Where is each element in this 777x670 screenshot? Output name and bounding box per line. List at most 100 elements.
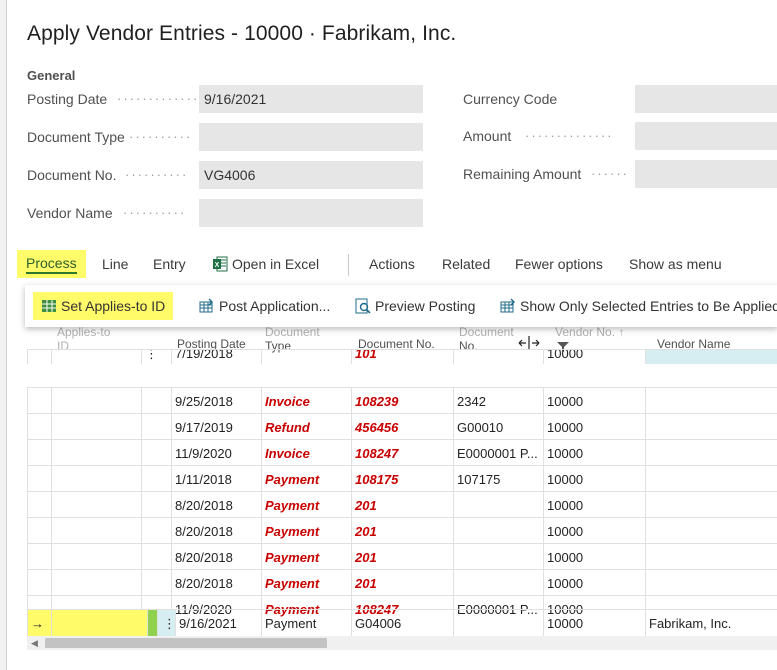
cell-doc-type: Payment bbox=[261, 492, 351, 518]
row-selector-cell[interactable] bbox=[27, 440, 51, 466]
show-selected-entries-icon bbox=[500, 298, 515, 313]
cell-vendor-no: 10000 bbox=[543, 492, 645, 518]
entry-tab[interactable]: Entry bbox=[153, 250, 186, 278]
process-menu: Set Applies-to ID Post Application... Pr… bbox=[25, 285, 777, 327]
row-selector-cell[interactable] bbox=[27, 518, 51, 544]
row-selector-cell[interactable] bbox=[51, 544, 141, 570]
fewer-options-button[interactable]: Fewer options bbox=[515, 250, 603, 278]
cell-posting-date: 9/17/2019 bbox=[171, 414, 261, 440]
cell-doc-no: 201 bbox=[351, 492, 453, 518]
action-bar: Process Line Entry X Open in Excel Actio… bbox=[17, 250, 777, 280]
cell-doc-type: Payment bbox=[261, 570, 351, 596]
cell-doc-no: 201 bbox=[351, 544, 453, 570]
cell-vendor-name bbox=[645, 518, 777, 544]
cell-ext-doc: E0000001 P... bbox=[453, 440, 543, 466]
vendor-name-input[interactable] bbox=[199, 199, 423, 227]
cell-doc-type: Payment bbox=[261, 518, 351, 544]
row-menu-icon[interactable]: ⋮ bbox=[141, 350, 171, 364]
preview-posting-button[interactable]: Preview Posting bbox=[351, 292, 479, 320]
cell-ext-doc: 2342 bbox=[453, 388, 543, 414]
cell-ext-doc bbox=[453, 570, 543, 596]
cell-doc-type: Invoice bbox=[261, 440, 351, 466]
row-selector-cell[interactable] bbox=[51, 518, 141, 544]
document-no-field: Document No. ·········· VG4006 bbox=[27, 161, 423, 189]
scroll-left-icon[interactable]: ◀ bbox=[31, 638, 38, 649]
cell-doc-no: 456456 bbox=[351, 414, 453, 440]
table-row[interactable]: 8/20/2018 Payment 201 10000 bbox=[27, 569, 777, 596]
document-type-input[interactable] bbox=[199, 123, 423, 151]
currency-code-input[interactable] bbox=[635, 85, 777, 113]
table-row[interactable]: 11/9/2020 Invoice 108247 E0000001 P... 10000 bbox=[27, 439, 777, 466]
row-selector-cell[interactable] bbox=[27, 466, 51, 492]
cell-posting-date: 9/16/2021 bbox=[175, 610, 261, 636]
show-only-selected-entries-button[interactable]: Show Only Selected Entries to Be Applied bbox=[496, 292, 777, 320]
row-selector-cell[interactable] bbox=[27, 388, 51, 414]
cell-vendor-name: Fabrikam, Inc. bbox=[645, 610, 777, 636]
document-no-input[interactable]: VG4006 bbox=[199, 161, 423, 189]
cell-doc-type: Invoice bbox=[261, 388, 351, 414]
row-selector-cell[interactable] bbox=[51, 440, 141, 466]
amount-input[interactable] bbox=[635, 122, 777, 150]
current-row-arrow-icon: → bbox=[27, 610, 51, 636]
row-selector-cell[interactable] bbox=[27, 492, 51, 518]
row-menu-cell[interactable] bbox=[141, 570, 171, 596]
row-selector-cell[interactable] bbox=[51, 492, 141, 518]
table-row[interactable]: 9/17/2019 Refund 456456 G00010 10000 bbox=[27, 413, 777, 440]
vendor-name-field: Vendor Name ·········· bbox=[27, 199, 423, 227]
preview-posting-icon bbox=[355, 298, 371, 314]
applies-to-id-cell[interactable] bbox=[51, 610, 147, 636]
set-applies-to-id-button[interactable]: Set Applies-to ID bbox=[33, 292, 174, 320]
row-selector-cell[interactable] bbox=[51, 466, 141, 492]
row-selector-cell[interactable] bbox=[27, 544, 51, 570]
cell-posting-date: 7/19/2018 bbox=[171, 350, 261, 364]
table-row[interactable]: 9/25/2018 Invoice 108239 2342 10000 bbox=[27, 387, 777, 414]
table-row[interactable]: 1/11/2018 Payment 108175 107175 10000 bbox=[27, 465, 777, 492]
row-menu-cell[interactable] bbox=[141, 518, 171, 544]
table-row-current[interactable]: → ⋮ 9/16/2021 Payment G04006 10000 Fabrikam, I… bbox=[27, 609, 777, 636]
process-tab[interactable]: Process bbox=[17, 250, 86, 278]
show-as-menu-button[interactable]: Show as menu bbox=[629, 250, 722, 278]
cell-vendor-name bbox=[645, 414, 777, 440]
remaining-amount-label: Remaining Amount bbox=[463, 166, 582, 182]
row-menu-cell[interactable] bbox=[141, 492, 171, 518]
row-selector-cell[interactable] bbox=[27, 414, 51, 440]
table-row[interactable]: 8/20/2018 Payment 201 10000 bbox=[27, 543, 777, 570]
row-selector-cell[interactable] bbox=[51, 414, 141, 440]
line-tab[interactable]: Line bbox=[102, 250, 128, 278]
table-row[interactable]: 8/20/2018 Payment 201 10000 bbox=[27, 517, 777, 544]
post-application-button[interactable]: Post Application... bbox=[195, 292, 334, 320]
table-row[interactable]: 8/20/2018 Payment 201 10000 bbox=[27, 491, 777, 518]
row-selector-cell[interactable] bbox=[51, 350, 141, 364]
row-selector-cell[interactable] bbox=[51, 388, 141, 414]
row-selector-cell[interactable] bbox=[27, 570, 51, 596]
cell-vendor-no: 10000 bbox=[543, 388, 645, 414]
table-row[interactable]: ⋮ 7/19/2018 101 10000 bbox=[27, 349, 777, 364]
applies-to-id-indicator bbox=[147, 610, 157, 636]
document-type-label: Document Type bbox=[27, 129, 125, 145]
row-menu-icon[interactable]: ⋮ bbox=[157, 610, 175, 636]
cell-ext-doc bbox=[453, 544, 543, 570]
row-selector-cell[interactable] bbox=[51, 570, 141, 596]
row-menu-cell[interactable] bbox=[141, 544, 171, 570]
cell-ext-doc bbox=[453, 518, 543, 544]
related-tab[interactable]: Related bbox=[442, 250, 490, 278]
row-menu-cell[interactable] bbox=[141, 388, 171, 414]
currency-code-label: Currency Code bbox=[463, 91, 558, 107]
row-menu-cell[interactable] bbox=[141, 440, 171, 466]
row-menu-cell[interactable] bbox=[141, 414, 171, 440]
actions-tab[interactable]: Actions bbox=[369, 250, 415, 278]
cell-ext-doc bbox=[453, 610, 543, 636]
cell-posting-date: 8/20/2018 bbox=[171, 570, 261, 596]
cell-posting-date: 1/11/2018 bbox=[171, 466, 261, 492]
row-selector-cell[interactable] bbox=[27, 350, 51, 364]
open-in-excel-button[interactable]: X Open in Excel bbox=[212, 250, 319, 278]
post-application-icon bbox=[199, 298, 213, 313]
remaining-amount-input[interactable] bbox=[635, 160, 777, 188]
cell-vendor-no: 10000 bbox=[543, 350, 645, 364]
row-menu-cell[interactable] bbox=[141, 466, 171, 492]
posting-date-input[interactable]: 9/16/2021 bbox=[199, 85, 423, 113]
scrollbar-thumb[interactable] bbox=[45, 638, 327, 648]
horizontal-scrollbar[interactable]: ◀ bbox=[27, 636, 777, 650]
amount-field: Amount ·············· bbox=[463, 122, 777, 150]
cell-vendor-name bbox=[645, 570, 777, 596]
